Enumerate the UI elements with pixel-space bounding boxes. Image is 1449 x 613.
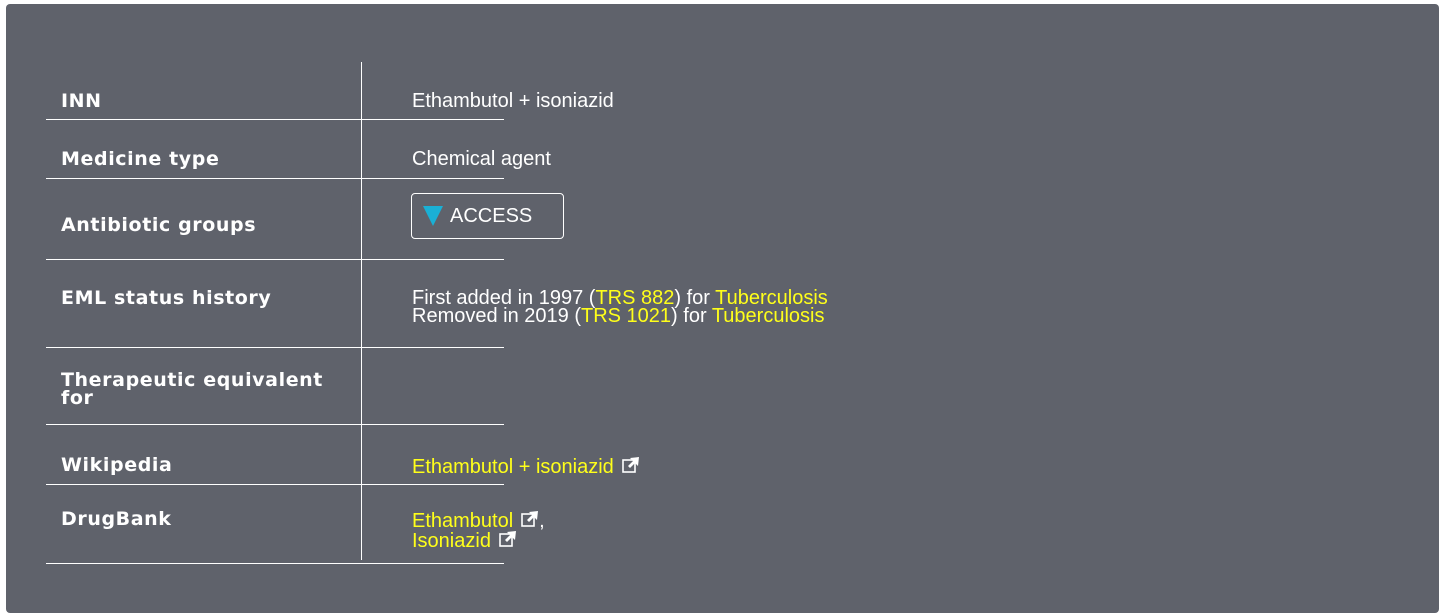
removed-mid: ) for <box>671 305 712 327</box>
drugbank-value: Ethambutol, Isoniazid <box>412 510 545 552</box>
external-link-icon[interactable] <box>499 530 517 548</box>
wikipedia-label: Wikipedia <box>61 454 173 476</box>
medicine-type-value: Chemical agent <box>412 148 551 170</box>
antibiotic-groups-label: Antibiotic groups <box>61 214 257 236</box>
external-link-icon[interactable] <box>521 510 539 528</box>
wikipedia-value: Ethambutol + isoniazid <box>412 456 640 478</box>
triangle-down-icon <box>423 206 443 226</box>
row-drugbank: DrugBank Ethambutol, Isoniazid <box>46 486 545 564</box>
isoniazid-link[interactable]: Isoniazid <box>412 530 491 552</box>
external-link-icon[interactable] <box>621 456 640 474</box>
wikipedia-link[interactable]: Ethambutol + isoniazid <box>412 456 614 478</box>
inn-label: INN <box>61 90 102 112</box>
row-inn: INN Ethambutol + isoniazid <box>46 62 614 120</box>
eml-status-value: First added in 1997 (TRS 882) for Tuberc… <box>412 288 828 327</box>
row-therapeutic-equivalent: Therapeutic equivalent for <box>46 349 504 425</box>
medicine-type-label: Medicine type <box>61 148 220 170</box>
eml-status-line-removed: Removed in 2019 (TRS 1021) for Tuberculo… <box>412 305 828 327</box>
access-badge[interactable]: ACCESS <box>411 193 564 239</box>
removed-prefix: Removed in 2019 ( <box>412 305 581 327</box>
tuberculosis-link-2[interactable]: Tuberculosis <box>712 305 825 327</box>
drugbank-line-1: Ethambutol, <box>412 510 545 532</box>
therapeutic-equivalent-label-line1: Therapeutic equivalent <box>61 369 323 391</box>
drugbank-label: DrugBank <box>61 508 172 530</box>
row-eml-status: EML status history First added in 1997 (… <box>46 261 828 348</box>
eml-status-label: EML status history <box>61 287 272 309</box>
row-medicine-type: Medicine type Chemical agent <box>46 121 551 179</box>
drugbank-separator: , <box>539 510 545 532</box>
therapeutic-equivalent-label-line2: for <box>61 387 94 409</box>
inn-value: Ethambutol + isoniazid <box>412 90 614 112</box>
therapeutic-equivalent-label: Therapeutic equivalent for <box>61 369 323 409</box>
row-antibiotic-groups: Antibiotic groups ACCESS <box>46 180 564 260</box>
ethambutol-link[interactable]: Ethambutol <box>412 510 513 532</box>
drugbank-line-2: Isoniazid <box>412 530 545 552</box>
row-wikipedia: Wikipedia Ethambutol + isoniazid <box>46 426 639 485</box>
info-panel: INN Ethambutol + isoniazid Medicine type… <box>6 4 1439 613</box>
trs-1021-link[interactable]: TRS 1021 <box>581 305 671 327</box>
access-badge-label: ACCESS <box>450 204 533 227</box>
